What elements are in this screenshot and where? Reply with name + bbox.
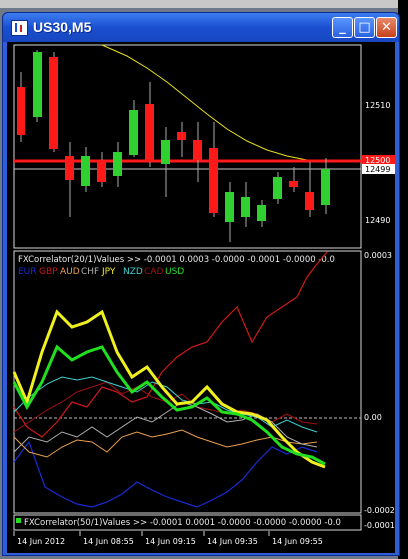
legend-item-aud: AUD: [60, 267, 80, 277]
bid-price-label: 12499: [365, 165, 390, 174]
indicator2-axis: -0.0001: [364, 521, 395, 530]
time-tick: 14 Jun 2012: [17, 537, 65, 546]
eur-line: [13, 440, 318, 508]
indicator2-title: FXCorrelator(50/1)Values >> -0.0001 0.00…: [24, 518, 341, 528]
chart-window[interactable]: US30,M5 _ □ ✕ 12510 12490 12500 12499 FX…: [2, 12, 400, 556]
indicator1-legend: EUR GBP AUD CHF JPY NZD CAD USD: [18, 267, 184, 277]
candle: [321, 169, 330, 205]
legend-item-usd: USD: [165, 267, 184, 277]
candle: [65, 156, 74, 180]
legend-item-jpy: JPY: [101, 267, 116, 277]
price-tick-bottom: 12490: [365, 216, 390, 225]
candle: [145, 104, 154, 162]
candle: [257, 205, 266, 221]
candle: [129, 110, 138, 155]
candle: [273, 177, 282, 199]
candle: [17, 87, 25, 135]
title-bar[interactable]: US30,M5 _ □ ✕: [3, 13, 399, 42]
minimize-button[interactable]: _: [332, 17, 353, 38]
time-tick: 14 Jun 09:15: [145, 537, 196, 546]
indicator1-axis-top: 0.0003: [364, 251, 392, 260]
candle: [241, 197, 250, 217]
indicator1-axis-mid: 0.00: [364, 413, 382, 422]
indicator2-marker: [16, 518, 21, 523]
indicator1-pane-frame: [13, 250, 362, 514]
time-axis: 14 Jun 2012 14 Jun 08:55 14 Jun 09:15 14 Ju…: [13, 531, 323, 546]
candle: [49, 57, 58, 149]
candle: [177, 132, 186, 140]
price-tick-top: 12510: [365, 101, 390, 110]
candle: [209, 148, 218, 213]
candle: [81, 156, 90, 186]
candle: [113, 152, 122, 176]
background-desktop-strip: [0, 0, 408, 8]
candlesticks: [17, 50, 330, 242]
time-tick: 14 Jun 08:55: [83, 537, 134, 546]
indicator1-axis-bottom: -0.0002: [364, 506, 395, 515]
legend-item-eur: EUR: [18, 267, 37, 277]
legend-item-nzd: NZD: [123, 267, 143, 277]
time-tick: 14 Jun 09:35: [207, 537, 258, 546]
candle: [193, 140, 202, 160]
current-price-label: 12500: [365, 156, 390, 165]
legend-item-cad: CAD: [144, 267, 163, 277]
candle: [289, 181, 298, 187]
legend-item-gbp: GBP: [39, 267, 58, 277]
chart-icon: [11, 20, 28, 36]
close-button[interactable]: ✕: [376, 17, 397, 38]
price-pane-frame: [13, 44, 362, 249]
legend-item-chf: CHF: [81, 267, 99, 277]
time-tick: 14 Jun 09:55: [272, 537, 323, 546]
candle: [97, 160, 106, 182]
chart-area[interactable]: 12510 12490 12500 12499 FXCorrelator(20/…: [7, 42, 395, 553]
indicator1-title: FXCorrelator(20/1)Values >> -0.0001 0.00…: [18, 255, 335, 265]
window-title: US30,M5: [33, 19, 92, 35]
correlation-lines: [12, 251, 328, 508]
candle: [161, 140, 170, 164]
candle: [33, 52, 42, 117]
candle: [305, 192, 314, 210]
candle: [225, 192, 234, 222]
maximize-button[interactable]: □: [354, 17, 375, 38]
